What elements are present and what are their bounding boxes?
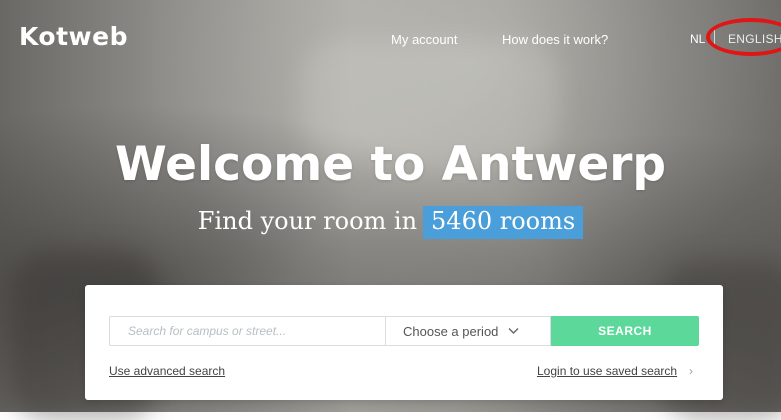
nav-how-it-works-link[interactable]: How does it work?	[502, 32, 608, 47]
advanced-search-link[interactable]: Use advanced search	[109, 364, 225, 378]
saved-search-login-link[interactable]: Login to use saved search	[537, 364, 677, 378]
page-title: Welcome to Antwerp	[114, 137, 667, 192]
site-logo[interactable]: Kotweb	[19, 22, 128, 51]
subtitle-text: Find your room in	[197, 207, 418, 235]
chevron-right-icon: ›	[689, 364, 693, 378]
language-nl-link[interactable]: NL	[690, 32, 705, 46]
red-annotation-circle	[706, 18, 781, 56]
nav-my-account-link[interactable]: My account	[391, 32, 457, 47]
search-card: Choose a period SEARCH Use advanced sear…	[85, 285, 723, 400]
top-navigation-bar: Kotweb My account How does it work? NL E…	[0, 0, 781, 70]
search-input[interactable]	[109, 316, 386, 346]
chevron-down-icon	[508, 328, 519, 334]
hero-subtitle: Find your room in 5460 rooms	[0, 206, 781, 239]
room-count-badge: 5460 rooms	[423, 206, 584, 239]
search-button[interactable]: SEARCH	[551, 316, 699, 346]
period-dropdown-label: Choose a period	[403, 324, 499, 339]
period-dropdown[interactable]: Choose a period	[385, 316, 551, 346]
